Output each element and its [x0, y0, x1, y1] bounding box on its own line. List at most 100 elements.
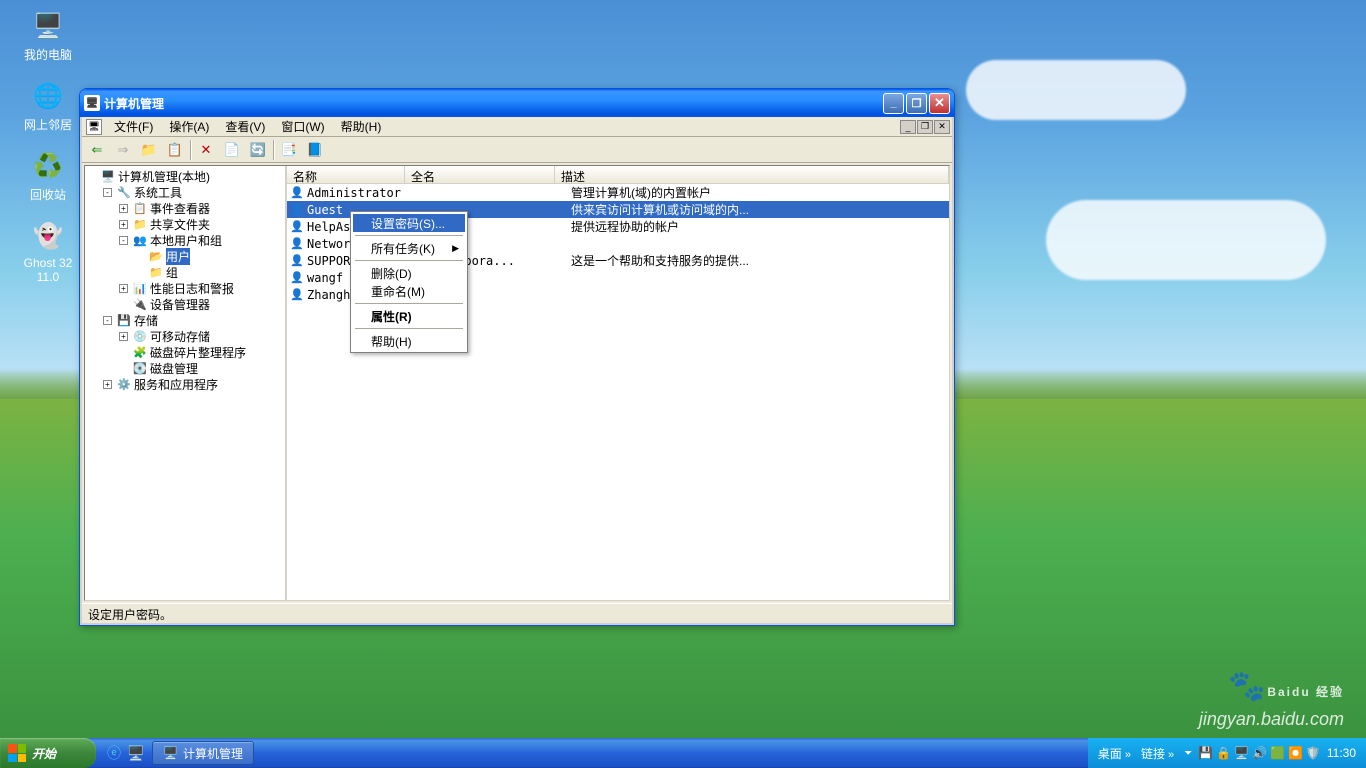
- tree-icon: 💾: [116, 312, 132, 328]
- desktop-icon-recycle-bin[interactable]: ♻️回收站: [18, 150, 78, 203]
- menu-file[interactable]: 文件(F): [106, 116, 161, 137]
- tree-item[interactable]: +📁共享文件夹: [87, 216, 283, 232]
- tree-item[interactable]: +⚙️服务和应用程序: [87, 376, 283, 392]
- tree-label: 组: [166, 264, 178, 281]
- tray-icon[interactable]: 🔊: [1252, 746, 1267, 760]
- cell-desc: 供来宾访问计算机或访问域的内...: [571, 201, 949, 218]
- tree-label: 设备管理器: [150, 296, 210, 313]
- tree-icon: 📋: [132, 200, 148, 216]
- context-menu-item[interactable]: 所有任务(K)▶: [353, 239, 465, 257]
- menu-action[interactable]: 操作(A): [161, 116, 217, 137]
- tree-item[interactable]: +💿可移动存储: [87, 328, 283, 344]
- tree-item[interactable]: -👥本地用户和组: [87, 232, 283, 248]
- menu-separator: [355, 303, 463, 304]
- expand-toggle[interactable]: +: [119, 204, 128, 213]
- expand-toggle[interactable]: -: [103, 188, 112, 197]
- tree-item[interactable]: 💽磁盘管理: [87, 360, 283, 376]
- menu-separator: [355, 328, 463, 329]
- cell-desc: 提供远程协助的帐户: [571, 218, 949, 235]
- statusbar: 设定用户密码。: [82, 603, 952, 623]
- tree-icon: 💽: [132, 360, 148, 376]
- expand-toggle[interactable]: -: [119, 236, 128, 245]
- tray-icon[interactable]: ⏺️: [1288, 746, 1303, 760]
- tray-icon[interactable]: 🖥️: [1234, 746, 1249, 760]
- expand-toggle[interactable]: +: [119, 220, 128, 229]
- expand-toggle[interactable]: -: [103, 316, 112, 325]
- context-menu-item[interactable]: 设置密码(S)...: [353, 214, 465, 232]
- tree-item[interactable]: 🖥️计算机管理(本地): [87, 168, 283, 184]
- context-menu-item[interactable]: 重命名(M): [353, 282, 465, 300]
- context-menu-item[interactable]: 删除(D): [353, 264, 465, 282]
- tray-icon[interactable]: 💾: [1198, 746, 1213, 760]
- expand-toggle[interactable]: +: [103, 380, 112, 389]
- user-icon: 👤: [289, 185, 305, 201]
- column-fullname[interactable]: 全名: [405, 166, 555, 184]
- user-icon: 👤: [289, 236, 305, 252]
- console-tree[interactable]: 🖥️计算机管理(本地)-🔧系统工具+📋事件查看器+📁共享文件夹-👥本地用户和组📂…: [85, 166, 287, 600]
- forward-button: ⇒: [112, 139, 134, 161]
- tree-icon: 📁: [148, 264, 164, 280]
- tree-item[interactable]: 🔌设备管理器: [87, 296, 283, 312]
- context-menu-item[interactable]: 属性(R): [353, 307, 465, 325]
- desktop-icon-my-computer[interactable]: 🖥️我的电脑: [18, 10, 78, 63]
- menu-separator: [355, 235, 463, 236]
- menu-help[interactable]: 帮助(H): [333, 116, 390, 137]
- deskband-desktop[interactable]: 桌面 »: [1098, 745, 1131, 762]
- tree-item[interactable]: +📊性能日志和警报: [87, 280, 283, 296]
- menubar: 🖥 文件(F) 操作(A) 查看(V) 窗口(W) 帮助(H) _ ❐ ✕: [82, 117, 952, 137]
- expand-toggle[interactable]: +: [119, 332, 128, 341]
- tree-item[interactable]: 📁组: [87, 264, 283, 280]
- list-row[interactable]: 👤Administrator管理计算机(域)的内置帐户: [287, 184, 949, 201]
- titlebar[interactable]: 🖥 计算机管理 _ ❐ ✕: [80, 89, 954, 117]
- tree-item[interactable]: +📋事件查看器: [87, 200, 283, 216]
- maximize-button[interactable]: ❐: [906, 93, 927, 114]
- back-button[interactable]: ⇐: [86, 139, 108, 161]
- tray-chevron-icon[interactable]: ⏷: [1184, 748, 1192, 759]
- show-desktop-icon[interactable]: 🖥️: [126, 742, 146, 764]
- close-button[interactable]: ✕: [929, 93, 950, 114]
- tree-item[interactable]: -🔧系统工具: [87, 184, 283, 200]
- help-button[interactable]: 📘: [304, 139, 326, 161]
- mdi-system-icon[interactable]: 🖥: [86, 119, 102, 135]
- tree-label: 系统工具: [134, 184, 182, 201]
- tree-label: 计算机管理(本地): [118, 168, 210, 185]
- expand-toggle[interactable]: +: [119, 284, 128, 293]
- tree-label: 用户: [166, 248, 190, 265]
- cloud-deco: [1046, 200, 1326, 280]
- deskband-links[interactable]: 链接 »: [1141, 745, 1174, 762]
- tree-icon: 🧩: [132, 344, 148, 360]
- start-button[interactable]: 开始: [0, 738, 96, 768]
- menu-view[interactable]: 查看(V): [217, 116, 273, 137]
- desktop-icon-ghost[interactable]: 👻Ghost 32 11.0: [18, 220, 78, 284]
- cloud-deco: [966, 60, 1186, 120]
- taskbar: 开始 ⓔ 🖥️ 🖥️ 计算机管理 桌面 » 链接 » ⏷ 💾 🔒 🖥️ 🔊 🟩 …: [0, 738, 1366, 768]
- context-menu-item[interactable]: 帮助(H): [353, 332, 465, 350]
- tree-icon: 🖥️: [100, 168, 116, 184]
- tree-item[interactable]: 📂用户: [87, 248, 283, 264]
- tree-item[interactable]: 🧩磁盘碎片整理程序: [87, 344, 283, 360]
- tree-item[interactable]: -💾存储: [87, 312, 283, 328]
- clock[interactable]: 11:30: [1327, 746, 1356, 760]
- ie-icon[interactable]: ⓔ: [104, 742, 124, 764]
- refresh-button[interactable]: 🔄: [247, 139, 269, 161]
- show-hide-tree-button[interactable]: 📋: [164, 139, 186, 161]
- ghost-icon: 👻: [32, 220, 64, 252]
- delete-button[interactable]: ✕: [195, 139, 217, 161]
- column-description[interactable]: 描述: [555, 166, 949, 184]
- window-title: 计算机管理: [104, 95, 164, 112]
- tree-icon: ⚙️: [116, 376, 132, 392]
- taskbar-button-computer-management[interactable]: 🖥️ 计算机管理: [152, 741, 254, 765]
- mdi-restore-button[interactable]: ❐: [917, 120, 933, 134]
- tray-icon[interactable]: 🔒: [1216, 746, 1231, 760]
- mdi-close-button[interactable]: ✕: [934, 120, 950, 134]
- desktop-icon-network-places[interactable]: 🌐网上邻居: [18, 80, 78, 133]
- menu-window[interactable]: 窗口(W): [273, 116, 332, 137]
- tray-icon[interactable]: 🟩: [1270, 746, 1285, 760]
- minimize-button[interactable]: _: [883, 93, 904, 114]
- column-name[interactable]: 名称: [287, 166, 405, 184]
- mdi-minimize-button[interactable]: _: [900, 120, 916, 134]
- tray-icon[interactable]: 🛡️: [1306, 746, 1321, 760]
- export-list-button[interactable]: 📑: [278, 139, 300, 161]
- up-button[interactable]: 📁: [138, 139, 160, 161]
- properties-button[interactable]: 📄: [221, 139, 243, 161]
